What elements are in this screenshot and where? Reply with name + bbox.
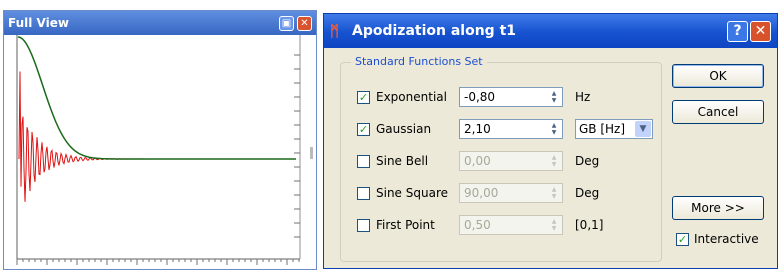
sine-square-unit: Deg — [575, 186, 600, 200]
dialog-title: Apodization along t1 — [352, 23, 517, 39]
more-button[interactable]: More >> — [672, 196, 764, 220]
first-point-value-input[interactable]: 0,50 ▲ ▼ — [459, 215, 563, 235]
gaussian-label: Gaussian — [376, 122, 432, 136]
app-icon: ᛗ — [330, 22, 340, 40]
spin-arrows-icon[interactable]: ▲ ▼ — [547, 121, 561, 137]
exponential-value: -0,80 — [464, 90, 496, 104]
spin-arrows-icon[interactable]: ▲ ▼ — [547, 153, 561, 169]
function-row-first-point: First Point — [357, 215, 456, 235]
exponential-unit: Hz — [575, 90, 591, 104]
spin-arrows-icon[interactable]: ▲ ▼ — [547, 89, 561, 105]
standard-functions-group: Standard Functions Set ✓ Exponential -0,… — [340, 55, 662, 262]
cancel-button[interactable]: Cancel — [672, 100, 764, 124]
sine-square-checkbox[interactable] — [357, 186, 370, 200]
gaussian-value: 2,10 — [464, 122, 491, 136]
apodization-dialog: ᛗ Apodization along t1 ? ✕ Standard Func… — [323, 13, 778, 269]
first-point-unit: [0,1] — [575, 218, 604, 232]
interactive-checkbox[interactable]: ✓ — [676, 232, 689, 246]
close-button[interactable]: ✕ — [750, 20, 771, 42]
spin-arrows-icon[interactable]: ▲ ▼ — [547, 217, 561, 233]
close-icon[interactable]: ✕ — [297, 15, 312, 31]
exponential-value-input[interactable]: -0,80 ▲ ▼ — [459, 87, 563, 107]
interactive-option: ✓ Interactive — [676, 232, 774, 246]
full-view-titlebar: Full View ▣ ✕ — [4, 11, 316, 35]
spin-arrows-icon[interactable]: ▲ ▼ — [547, 185, 561, 201]
fid-plot[interactable] — [4, 35, 316, 269]
first-point-label: First Point — [376, 218, 435, 232]
sine-bell-unit: Deg — [575, 154, 600, 168]
group-title: Standard Functions Set — [351, 55, 487, 68]
sine-bell-value-input[interactable]: 0,00 ▲ ▼ — [459, 151, 563, 171]
full-view-title: Full View — [8, 16, 69, 30]
sine-bell-value: 0,00 — [464, 154, 491, 168]
exponential-label: Exponential — [376, 90, 447, 104]
resize-grip[interactable] — [310, 147, 313, 159]
function-row-sine-bell: Sine Bell — [357, 151, 456, 171]
dialog-titlebar: ᛗ Apodization along t1 ? ✕ — [324, 14, 777, 48]
ok-button[interactable]: OK — [672, 64, 764, 88]
window-menu-icon[interactable]: ▣ — [279, 15, 294, 31]
function-row-sine-square: Sine Square — [357, 183, 456, 203]
full-view-window: Full View ▣ ✕ — [3, 10, 317, 270]
sine-square-value: 90,00 — [464, 186, 499, 200]
first-point-value: 0,50 — [464, 218, 491, 232]
interactive-label: Interactive — [694, 232, 759, 246]
gaussian-unit-select[interactable]: GB [Hz] ▼ — [575, 119, 653, 139]
function-row-exponential: ✓ Exponential — [357, 87, 456, 107]
gaussian-value-input[interactable]: 2,10 ▲ ▼ — [459, 119, 563, 139]
gaussian-unit-value: GB [Hz] — [579, 122, 626, 136]
exponential-checkbox[interactable]: ✓ — [357, 90, 370, 104]
sine-square-value-input[interactable]: 90,00 ▲ ▼ — [459, 183, 563, 203]
sine-bell-label: Sine Bell — [376, 154, 429, 168]
gaussian-checkbox[interactable]: ✓ — [357, 122, 370, 136]
sine-bell-checkbox[interactable] — [357, 154, 370, 168]
help-button[interactable]: ? — [727, 20, 748, 42]
sine-square-label: Sine Square — [376, 186, 448, 200]
chevron-down-icon[interactable]: ▼ — [635, 121, 651, 137]
first-point-checkbox[interactable] — [357, 218, 370, 232]
function-row-gaussian: ✓ Gaussian — [357, 119, 456, 139]
